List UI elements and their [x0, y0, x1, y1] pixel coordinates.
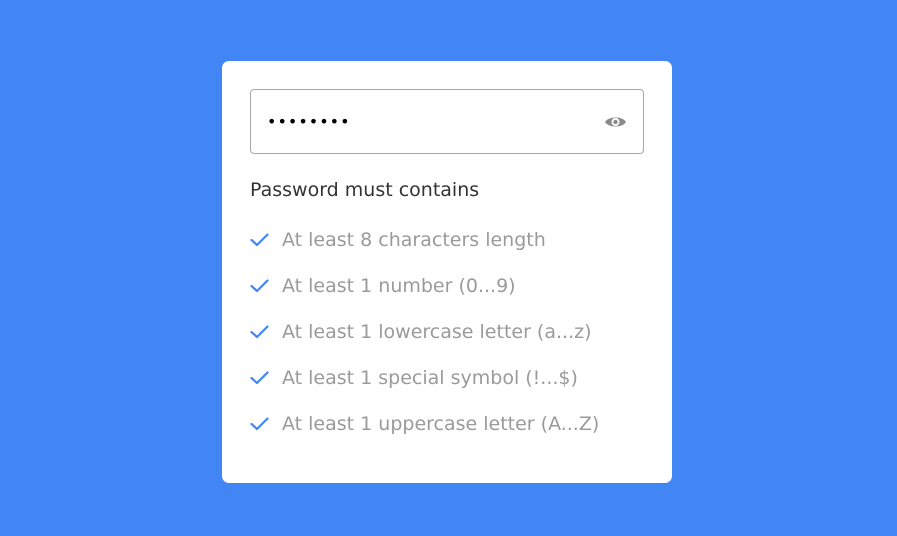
- requirements-heading: Password must contains: [250, 179, 480, 201]
- requirement-label: At least 8 characters length: [282, 229, 546, 251]
- password-field[interactable]: [250, 89, 644, 154]
- eye-icon[interactable]: [604, 114, 627, 129]
- requirement-item: At least 1 uppercase letter (A...Z): [250, 401, 644, 447]
- check-icon: [250, 416, 270, 432]
- check-icon: [250, 370, 270, 386]
- password-card: Password must contains At least 8 charac…: [222, 61, 672, 483]
- requirement-item: At least 1 special symbol (!...$): [250, 355, 644, 401]
- requirement-item: At least 1 lowercase letter (a...z): [250, 309, 644, 355]
- check-icon: [250, 324, 270, 340]
- requirement-label: At least 1 lowercase letter (a...z): [282, 321, 592, 343]
- requirement-item: At least 8 characters length: [250, 217, 644, 263]
- requirement-label: At least 1 number (0...9): [282, 275, 516, 297]
- requirements-list: At least 8 characters length At least 1 …: [250, 217, 644, 447]
- requirement-item: At least 1 number (0...9): [250, 263, 644, 309]
- requirement-label: At least 1 uppercase letter (A...Z): [282, 413, 600, 435]
- requirement-label: At least 1 special symbol (!...$): [282, 367, 578, 389]
- check-icon: [250, 232, 270, 248]
- password-input[interactable]: [267, 101, 587, 142]
- check-icon: [250, 278, 270, 294]
